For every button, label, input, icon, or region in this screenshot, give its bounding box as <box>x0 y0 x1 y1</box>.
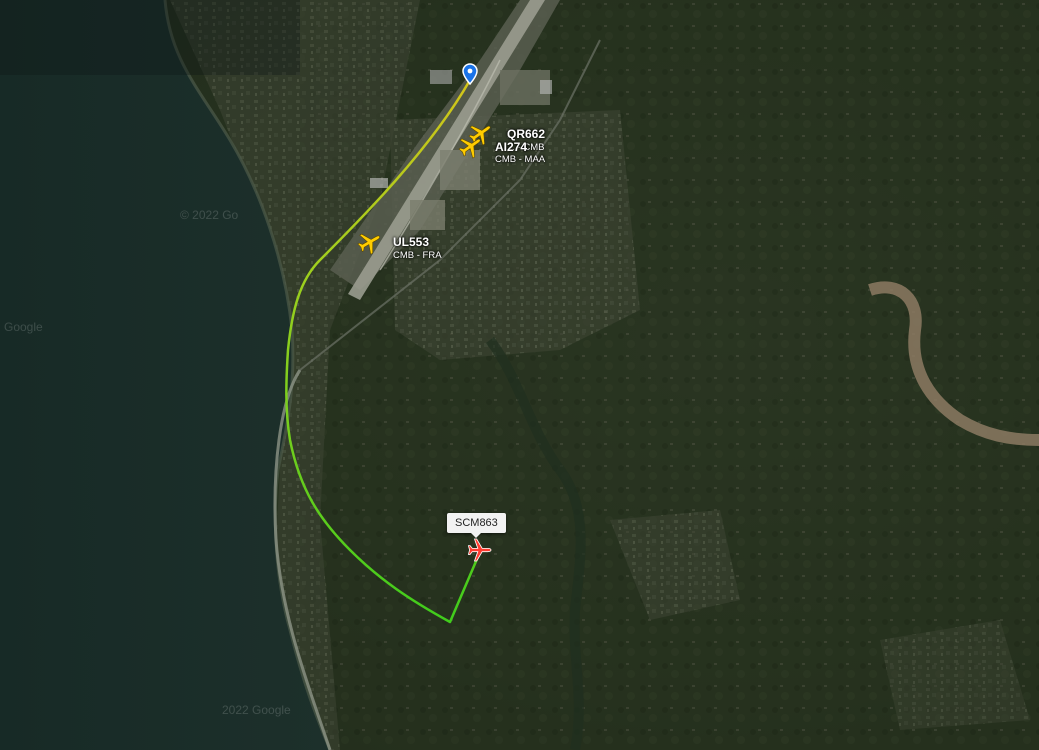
satellite-map[interactable] <box>0 0 1039 750</box>
google-watermark: Google <box>4 320 43 334</box>
flight-callsign-label[interactable]: UL553 <box>393 235 429 249</box>
flight-route-label: CMB - MAA <box>495 154 546 165</box>
map-shade <box>0 0 300 75</box>
selected-flight-tag[interactable]: SCM863 <box>447 513 506 538</box>
flight-route-label: CMB - FRA <box>393 250 442 261</box>
flight-callsign-label[interactable]: AI274 <box>495 140 527 154</box>
map-copyright-watermark: © 2022 Go <box>180 208 239 222</box>
flight-callsign-label[interactable]: QR662 <box>507 127 545 141</box>
google-watermark-bottom: 2022 Google <box>222 703 291 717</box>
